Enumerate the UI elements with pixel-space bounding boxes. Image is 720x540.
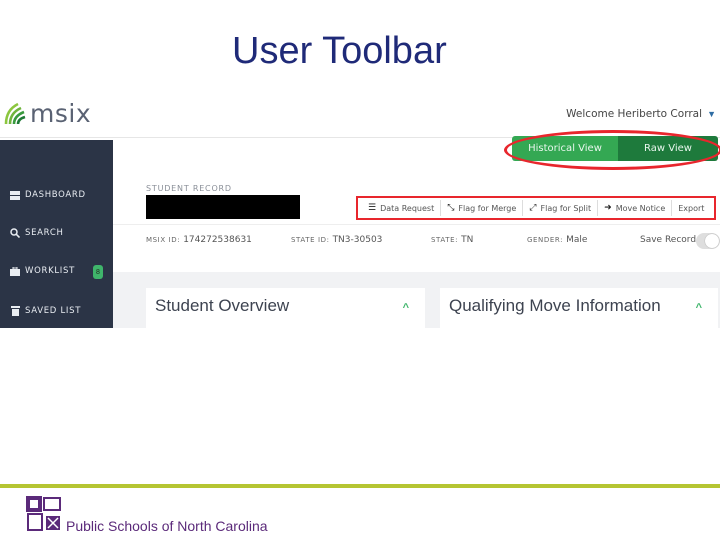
logo-mark-icon <box>4 102 26 125</box>
msix-id-field: MSIX ID: 174272538631 <box>146 235 252 245</box>
footer-rule <box>0 484 720 488</box>
sidebar-item-label: WORKLIST <box>25 266 76 276</box>
msix-id-value: 174272538631 <box>183 235 252 245</box>
brand-name: msix <box>30 98 92 128</box>
search-icon <box>10 228 20 238</box>
save-record-toggle[interactable] <box>696 233 720 249</box>
footer-text: Public Schools of North Carolina <box>66 518 268 534</box>
state-value: TN <box>461 235 474 245</box>
save-record-label: Save Record <box>640 235 697 245</box>
sidebar-item-label: SAVED LIST <box>25 306 82 316</box>
panel-title: Qualifying Move Information <box>449 296 661 315</box>
gender-label: GENDER: <box>527 236 564 244</box>
trash-icon <box>10 306 20 316</box>
merge-arrows-icon: ⤡ <box>447 203 455 213</box>
sidebar-item-search[interactable]: SEARCH <box>10 228 64 238</box>
export-label: Export <box>678 203 705 213</box>
top-bar: msix Welcome Heriberto Corral ▼ <box>0 92 720 138</box>
flag-for-merge-button[interactable]: ⤡ Flag for Merge <box>441 200 524 216</box>
sidebar-item-saved-list[interactable]: SAVED LIST <box>10 306 81 316</box>
gender-field: GENDER: Male <box>527 235 587 245</box>
welcome-user[interactable]: Welcome Heriberto Corral <box>566 108 702 120</box>
flag-for-split-label: Flag for Split <box>540 203 592 213</box>
data-request-label: Data Request <box>380 203 435 213</box>
sidebar-item-worklist[interactable]: WORKLIST <box>10 266 75 276</box>
panel-title: Student Overview <box>155 296 290 315</box>
sidebar-item-dashboard[interactable]: DASHBOARD <box>10 190 86 200</box>
dashboard-icon <box>10 190 20 200</box>
nc-dpi-logo <box>24 494 64 539</box>
state-label: STATE: <box>431 236 459 244</box>
student-record-label: STUDENT RECORD <box>146 184 232 193</box>
list-icon: ☰ <box>368 203 377 213</box>
student-info-bar: MSIX ID: 174272538631 STATE ID: TN3-30503 … <box>113 224 720 256</box>
worklist-count-badge: 8 <box>93 265 103 279</box>
raw-view-button[interactable]: Raw View <box>618 136 718 161</box>
flag-for-split-button[interactable]: ⤢ Flag for Split <box>523 200 599 216</box>
chevron-up-icon[interactable]: ^ <box>403 302 409 314</box>
slide-title: User Toolbar <box>232 30 447 72</box>
split-arrows-icon: ⤢ <box>529 203 537 213</box>
sidebar-item-label: DASHBOARD <box>25 190 86 200</box>
gender-value: Male <box>566 235 588 245</box>
state-id-field: STATE ID: TN3-30503 <box>291 235 382 245</box>
chevron-down-icon[interactable]: ▼ <box>707 109 716 119</box>
briefcase-icon <box>10 266 20 276</box>
app-screenshot: msix Welcome Heriberto Corral ▼ DASHBOAR… <box>0 92 720 328</box>
redacted-student-name <box>146 195 300 219</box>
state-id-value: TN3-30503 <box>332 235 383 245</box>
student-overview-panel[interactable]: Student Overview ^ <box>146 288 425 328</box>
sidebar-item-label: SEARCH <box>25 228 64 238</box>
state-id-label: STATE ID: <box>291 236 330 244</box>
data-request-button[interactable]: ☰ Data Request <box>362 200 442 216</box>
export-dropdown[interactable]: Export ▼ <box>672 200 720 216</box>
historical-view-button[interactable]: Historical View <box>512 136 618 161</box>
qualifying-move-panel[interactable]: Qualifying Move Information ^ <box>440 288 718 328</box>
chevron-up-icon[interactable]: ^ <box>696 302 702 314</box>
state-field: STATE: TN <box>431 235 473 245</box>
user-toolbar: ☰ Data Request ⤡ Flag for Merge ⤢ Flag f… <box>356 196 716 220</box>
msix-id-label: MSIX ID: <box>146 236 181 244</box>
toggle-knob <box>705 234 719 248</box>
arrow-right-icon: ➜ <box>604 203 612 213</box>
flag-for-merge-label: Flag for Merge <box>458 203 517 213</box>
view-toggle: Historical View Raw View <box>512 136 718 161</box>
move-notice-button[interactable]: ➜ Move Notice <box>598 200 673 216</box>
msix-logo[interactable]: msix <box>4 100 91 126</box>
sidebar: DASHBOARD SEARCH WORKLIST 8 SAVED LIST <box>0 140 113 328</box>
move-notice-label: Move Notice <box>615 203 666 213</box>
